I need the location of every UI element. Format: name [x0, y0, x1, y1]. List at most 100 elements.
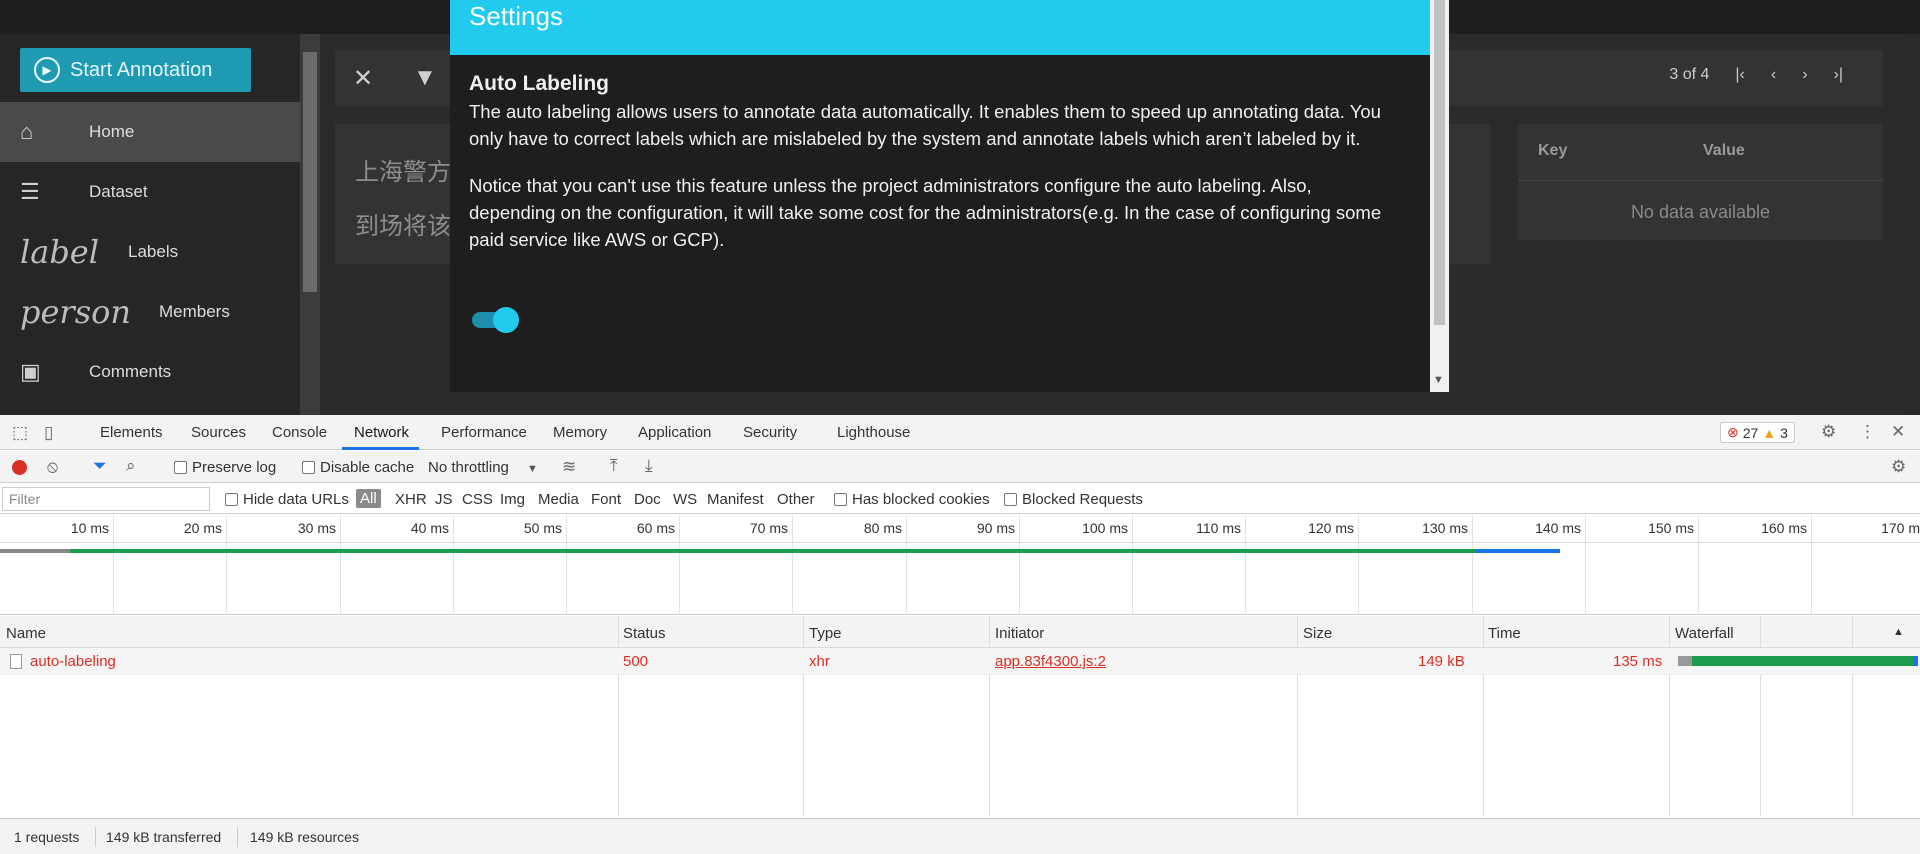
type-filter-ws[interactable]: WS	[673, 491, 697, 508]
timeline-tick-label: 20 ms	[183, 520, 222, 536]
first-page-icon[interactable]: |‹	[1735, 66, 1744, 84]
column-size[interactable]: Size	[1303, 625, 1332, 642]
preserve-log-checkbox[interactable]: Preserve log	[174, 459, 276, 476]
sidebar-item-labels[interactable]: label Labels	[0, 222, 300, 282]
column-initiator[interactable]: Initiator	[995, 625, 1044, 642]
type-filter-all[interactable]: All	[356, 489, 381, 508]
download-icon[interactable]: ⤓	[645, 456, 653, 476]
type-filter-manifest[interactable]: Manifest	[707, 491, 764, 508]
tab-console[interactable]: Console	[272, 424, 327, 441]
disable-cache-checkbox[interactable]: Disable cache	[302, 459, 414, 476]
upload-icon[interactable]: ⤒	[610, 456, 618, 476]
request-name[interactable]: auto-labeling	[30, 653, 116, 670]
tab-application[interactable]: Application	[638, 424, 711, 441]
column-time[interactable]: Time	[1488, 625, 1521, 642]
search-icon[interactable]: ⌕	[126, 456, 136, 476]
file-icon	[10, 654, 22, 669]
sidebar-item-home[interactable]: ⌂ Home	[0, 102, 300, 162]
page-scrollbar[interactable]	[1902, 34, 1920, 415]
throttling-select[interactable]: No throttling ▼	[428, 459, 538, 476]
clear-icon[interactable]: ⦸	[47, 457, 58, 477]
table-row[interactable]: auto-labeling 500 xhr app.83f4300.js:2 1…	[0, 648, 1920, 675]
home-icon: ⌂	[20, 119, 34, 144]
divider	[237, 827, 238, 847]
tab-lighthouse[interactable]: Lighthouse	[837, 424, 910, 441]
scroll-thumb[interactable]	[303, 52, 317, 292]
waterfall-download-bar	[1913, 656, 1918, 666]
checkbox-box[interactable]	[834, 493, 847, 506]
type-filter-font[interactable]: Font	[591, 491, 621, 508]
gear-icon[interactable]: ⚙	[1821, 422, 1836, 442]
timeline-tick-label: 150 ms	[1648, 520, 1694, 536]
type-filter-img[interactable]: Img	[500, 491, 525, 508]
issues-badge[interactable]: ⊗ 27 ▲ 3	[1720, 422, 1795, 443]
filter-icon[interactable]: ⏷	[93, 456, 107, 476]
type-filter-other[interactable]: Other	[777, 491, 815, 508]
timeline-gridline	[1245, 515, 1246, 615]
prev-page-icon[interactable]: ‹	[1771, 66, 1776, 84]
timeline-gridline	[1358, 515, 1359, 615]
checkbox-box[interactable]	[225, 493, 238, 506]
timeline-gridline	[113, 515, 114, 615]
start-annotation-button[interactable]: ▶ Start Annotation	[20, 48, 251, 92]
tab-sources[interactable]: Sources	[191, 424, 246, 441]
sidebar-item-comments[interactable]: ▣ Comments	[0, 342, 300, 402]
person-icon: person	[20, 293, 132, 331]
auto-labeling-toggle[interactable]	[470, 306, 520, 333]
close-icon[interactable]: ✕	[1891, 422, 1905, 442]
sidebar-item-dataset[interactable]: ☰ Dataset	[0, 162, 300, 222]
tab-network[interactable]: Network	[354, 424, 409, 441]
record-icon[interactable]	[12, 460, 27, 475]
column-waterfall[interactable]: Waterfall	[1675, 625, 1734, 642]
last-page-icon[interactable]: ›|	[1834, 66, 1843, 84]
request-initiator-link[interactable]: app.83f4300.js:2	[995, 653, 1106, 670]
type-filter-doc[interactable]: Doc	[634, 491, 661, 508]
tab-elements[interactable]: Elements	[100, 424, 163, 441]
blocked-requests-checkbox[interactable]: Blocked Requests	[1004, 491, 1143, 508]
type-filter-media[interactable]: Media	[538, 491, 579, 508]
close-icon[interactable]: ✕	[353, 64, 373, 93]
timeline-tick-label: 50 ms	[523, 520, 562, 536]
dialog-scrollbar[interactable]: ▼	[1430, 0, 1449, 392]
next-page-icon[interactable]: ›	[1802, 66, 1807, 84]
sidebar-item-members[interactable]: person Members	[0, 282, 300, 342]
sidebar-scrollbar[interactable]	[300, 34, 320, 415]
more-options-icon[interactable]: ⋮	[1859, 422, 1876, 442]
timeline-gridline	[906, 515, 907, 615]
inspect-icon[interactable]: ⬚	[12, 423, 28, 443]
scroll-thumb[interactable]	[1434, 0, 1445, 325]
type-filter-xhr[interactable]: XHR	[395, 491, 427, 508]
hide-data-urls-checkbox[interactable]: Hide data URLs	[225, 491, 349, 508]
checkbox-box[interactable]	[174, 461, 187, 474]
network-overview-timeline[interactable]: 10 ms 20 ms 30 ms 40 ms 50 ms 60 ms 70 ms 80 ms…	[0, 515, 1920, 615]
key-header: Key	[1538, 142, 1568, 159]
tab-performance[interactable]: Performance	[441, 424, 527, 441]
column-name[interactable]: Name	[6, 625, 46, 642]
throttling-value: No throttling	[428, 459, 509, 476]
device-toggle-icon[interactable]: ▯	[44, 423, 53, 443]
column-divider	[1483, 616, 1484, 816]
sidebar-item-label: Comments	[89, 362, 172, 381]
sort-ascending-icon[interactable]: ▲	[1893, 626, 1904, 638]
column-type[interactable]: Type	[809, 625, 842, 642]
network-settings-icon[interactable]: ⚙	[1891, 457, 1906, 477]
column-status[interactable]: Status	[623, 625, 666, 642]
filter-input[interactable]: Filter	[2, 487, 210, 511]
tab-memory[interactable]: Memory	[553, 424, 607, 441]
filter-icon[interactable]: ▼	[413, 64, 437, 92]
sidebar-item-label: Dataset	[89, 182, 148, 201]
has-blocked-cookies-checkbox[interactable]: Has blocked cookies	[834, 491, 990, 508]
type-filter-js[interactable]: JS	[435, 491, 453, 508]
scroll-down-icon[interactable]: ▼	[1433, 374, 1444, 386]
checkbox-box[interactable]	[302, 461, 315, 474]
network-conditions-icon[interactable]: ≋	[562, 457, 576, 477]
value-header: Value	[1703, 142, 1745, 159]
text-line: 上海警方	[355, 159, 451, 186]
type-filter-css[interactable]: CSS	[462, 491, 493, 508]
devtools-panel: ⬚ ▯ Elements Sources Console Network Per…	[0, 415, 1920, 854]
tab-security[interactable]: Security	[743, 424, 797, 441]
timeline-gridline	[1698, 515, 1699, 615]
chevron-down-icon: ▼	[527, 463, 538, 475]
checkbox-box[interactable]	[1004, 493, 1017, 506]
resources-size: 149 kB resources	[250, 829, 359, 845]
